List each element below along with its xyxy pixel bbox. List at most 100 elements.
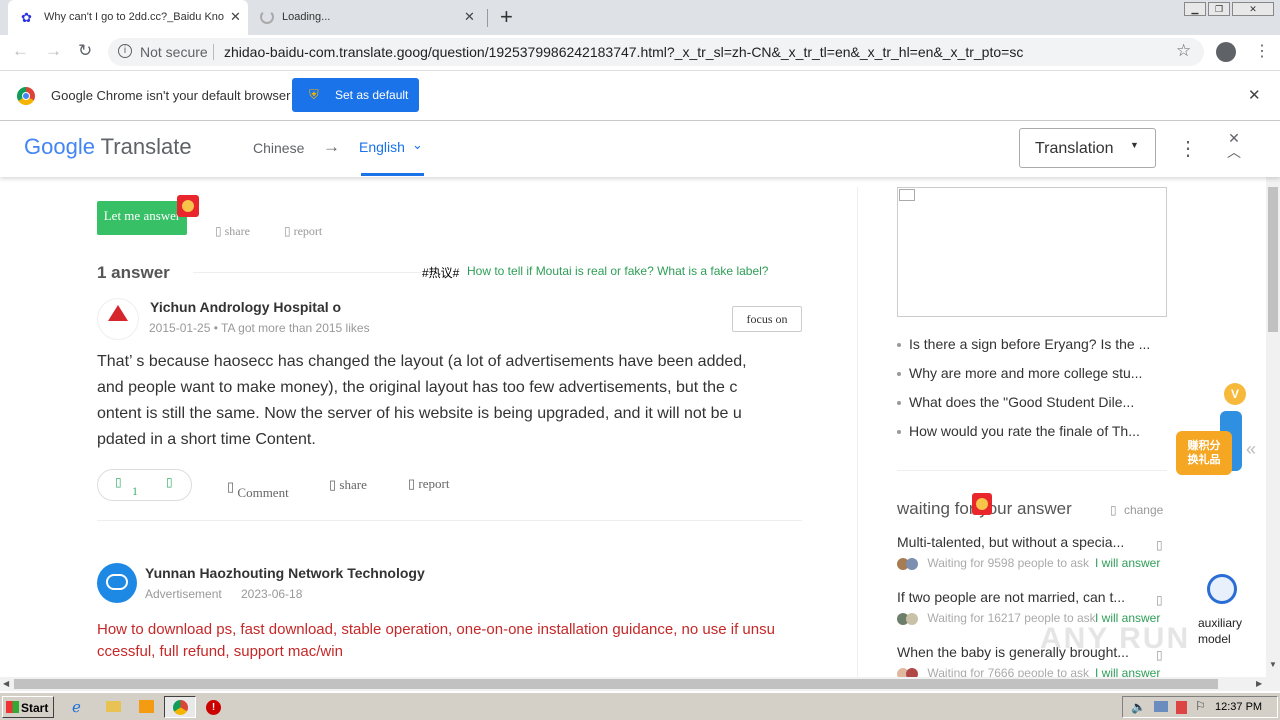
tab-title: Loading... bbox=[282, 11, 331, 23]
reload-button[interactable]: ↻ bbox=[78, 41, 92, 61]
back-button[interactable]: ← bbox=[12, 41, 29, 61]
dropdown-caret-icon: ▼ bbox=[1130, 140, 1139, 150]
sidebar-divider bbox=[857, 187, 858, 677]
report-button[interactable]: ▯ report bbox=[408, 476, 449, 492]
chrome-taskbar-button[interactable] bbox=[164, 696, 196, 718]
start-button[interactable]: Start bbox=[2, 696, 54, 718]
share-button[interactable]: ▯ share bbox=[329, 477, 367, 493]
author-name[interactable]: Yichun Andrology Hospital o bbox=[150, 299, 341, 315]
target-lang-underline bbox=[361, 173, 424, 176]
stop-icon[interactable]: ! bbox=[206, 700, 221, 715]
volume-icon[interactable]: 🔈 bbox=[1131, 700, 1146, 714]
divider bbox=[897, 470, 1167, 471]
waiting-question[interactable]: Multi-talented, but without a specia... … bbox=[897, 534, 1167, 570]
checkbox-icon[interactable]: ▯ bbox=[1156, 538, 1163, 552]
answer-link[interactable]: I will answer bbox=[1095, 556, 1160, 570]
close-icon[interactable]: ✕ bbox=[1248, 86, 1261, 104]
points-promo-badge[interactable]: V 赚积分换礼品 bbox=[1174, 381, 1246, 477]
collapse-icon[interactable]: ✕ ︿ bbox=[1227, 131, 1241, 159]
tab-baidu[interactable]: ✿ Why can't I go to 2dd.cc?_Baidu Kno ✕ bbox=[8, 0, 248, 35]
answer-link[interactable]: I will answer bbox=[1095, 666, 1160, 677]
advertiser-name[interactable]: Yunnan Haozhouting Network Technology bbox=[145, 565, 425, 581]
avatar bbox=[906, 557, 918, 570]
profile-avatar-icon[interactable] bbox=[1216, 42, 1236, 62]
restore-button[interactable]: ❐ bbox=[1208, 2, 1230, 16]
promo-label: 赚积分换礼品 bbox=[1187, 440, 1221, 466]
folder-icon[interactable] bbox=[106, 701, 121, 712]
waiting-question[interactable]: If two people are not married, can t... … bbox=[897, 589, 1167, 625]
set-default-label: Set as default bbox=[335, 88, 409, 102]
share-link[interactable]: ▯ share bbox=[215, 224, 250, 239]
translation-mode-select[interactable]: Translation ▼ bbox=[1019, 128, 1156, 168]
scroll-thumb[interactable] bbox=[1268, 187, 1278, 332]
waiting-meta: Waiting for 7666 people to ask I will an… bbox=[897, 666, 1167, 677]
thumbs-up-icon[interactable]: ▯ bbox=[115, 475, 122, 489]
tab-loading[interactable]: Loading... ✕ bbox=[250, 0, 486, 35]
answer-line: and people want to make money), the orig… bbox=[97, 379, 738, 396]
anyrun-watermark: ANY RUN bbox=[1040, 622, 1191, 655]
translation-mode-label: Translation bbox=[1035, 140, 1114, 157]
answer-body: That’ s because haosecc has changed the … bbox=[97, 349, 807, 453]
related-question[interactable]: What does the "Good Student Dile... bbox=[897, 394, 1134, 410]
hot-question-link[interactable]: How to tell if Moutai is real or fake? W… bbox=[467, 264, 768, 278]
ad-text[interactable]: How to download ps, fast download, stabl… bbox=[97, 619, 802, 663]
change-button[interactable]: ▯ change bbox=[1110, 503, 1163, 517]
set-default-button[interactable]: ⛨ Set as default bbox=[292, 78, 419, 112]
ad-label: Advertisement bbox=[145, 587, 222, 601]
author-avatar[interactable] bbox=[97, 298, 139, 340]
auxiliary-model-widget[interactable]: auxiliary model bbox=[1198, 569, 1266, 649]
internet-explorer-icon[interactable]: ℯ bbox=[72, 698, 81, 716]
related-question[interactable]: Why are more and more college stu... bbox=[897, 365, 1142, 381]
scroll-thumb[interactable] bbox=[14, 679, 1218, 689]
url-text: zhidao-baidu-com.translate.goog/question… bbox=[224, 44, 1024, 60]
tab-strip: ✿ Why can't I go to 2dd.cc?_Baidu Kno ✕ … bbox=[0, 0, 1280, 35]
security-label: Not secure bbox=[140, 44, 208, 60]
forward-button[interactable]: → bbox=[45, 41, 62, 61]
double-chevron-left-icon[interactable]: « bbox=[1246, 439, 1256, 460]
security-shield-icon[interactable] bbox=[1176, 701, 1187, 714]
loading-spinner-icon bbox=[260, 10, 274, 24]
horizontal-scrollbar[interactable]: ◀ ▶ bbox=[0, 677, 1280, 691]
menu-dots-icon[interactable]: ⋮ bbox=[1254, 41, 1270, 61]
comment-button[interactable]: ▯ Comment bbox=[227, 479, 289, 500]
start-label: Start bbox=[21, 701, 49, 715]
answer-button[interactable]: Let me answer bbox=[97, 201, 187, 235]
related-question[interactable]: Is there a sign before Eryang? Is the ..… bbox=[897, 336, 1150, 352]
accessibility-icon bbox=[1207, 574, 1237, 604]
baidu-paw-icon: ✿ bbox=[21, 10, 32, 25]
close-icon[interactable]: ✕ bbox=[464, 9, 475, 25]
advertiser-avatar[interactable] bbox=[97, 563, 137, 603]
vertical-scrollbar[interactable]: ▲ ▼ bbox=[1266, 127, 1280, 677]
answer-count: 1 answer bbox=[97, 263, 170, 282]
close-icon[interactable]: ✕ bbox=[230, 9, 241, 25]
minimize-button[interactable]: ▁ bbox=[1184, 2, 1206, 16]
scroll-down-arrow-icon[interactable]: ▼ bbox=[1269, 660, 1277, 669]
ad-line: How to download ps, fast download, stabl… bbox=[97, 621, 775, 638]
close-window-button[interactable]: ✕ bbox=[1232, 2, 1274, 16]
divider bbox=[97, 520, 802, 521]
related-question[interactable]: How would you rate the finale of Th... bbox=[897, 423, 1140, 439]
network-icon[interactable] bbox=[1154, 701, 1168, 712]
flag-icon[interactable]: ⚐ bbox=[1195, 699, 1206, 713]
red-envelope-icon bbox=[972, 493, 992, 515]
scroll-left-arrow-icon[interactable]: ◀ bbox=[3, 679, 9, 688]
source-language[interactable]: Chinese bbox=[253, 140, 304, 156]
report-link[interactable]: ▯ report bbox=[284, 224, 322, 239]
more-options-icon[interactable]: ⋮ bbox=[1178, 136, 1198, 161]
checkbox-icon[interactable]: ▯ bbox=[1156, 593, 1163, 607]
new-tab-button[interactable]: + bbox=[500, 4, 513, 30]
waiting-question-text: If two people are not married, can t... bbox=[897, 589, 1126, 605]
thumbs-down-icon[interactable]: ▯ bbox=[166, 475, 173, 489]
ad-line: ccessful, full refund, support mac/win bbox=[97, 643, 343, 660]
v-medal-icon: V bbox=[1224, 383, 1246, 405]
google-wordmark: Google bbox=[24, 134, 95, 159]
scroll-right-arrow-icon[interactable]: ▶ bbox=[1256, 679, 1262, 688]
shield-icon: ⛨ bbox=[309, 87, 319, 102]
tab-separator bbox=[487, 9, 488, 27]
bookmark-star-icon[interactable]: ☆ bbox=[1176, 41, 1191, 61]
follow-button[interactable]: focus on bbox=[732, 306, 802, 332]
hospital-logo-icon bbox=[108, 305, 128, 321]
target-language[interactable]: English bbox=[359, 139, 405, 155]
address-bar[interactable]: i Not secure zhidao-baidu-com.translate.… bbox=[108, 38, 1204, 66]
media-player-icon[interactable] bbox=[139, 700, 154, 713]
